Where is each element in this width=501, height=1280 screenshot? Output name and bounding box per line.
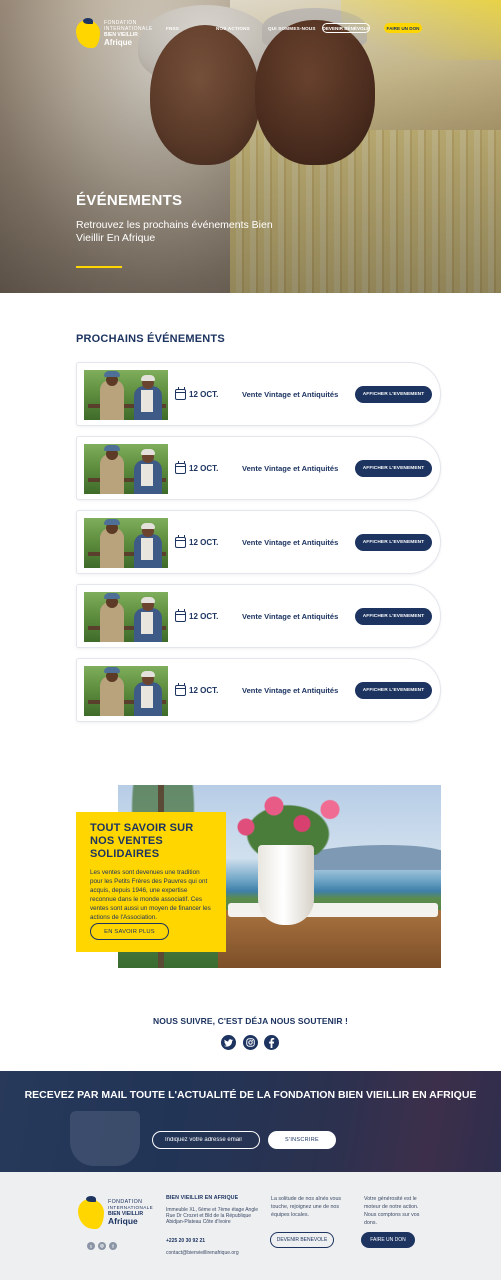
event-card[interactable]: 12 OCT. Vente Vintage et Antiquités AFFI… [76, 362, 441, 426]
event-name[interactable]: Vente Vintage et Antiquités [242, 686, 338, 695]
event-date: 12 OCT. [189, 390, 219, 399]
event-name[interactable]: Vente Vintage et Antiquités [242, 612, 338, 621]
bird-icon [86, 1196, 96, 1202]
facebook-icon[interactable] [264, 1035, 279, 1050]
footer-phone[interactable]: +225 20 30 92 21 [166, 1238, 205, 1244]
instagram-icon[interactable] [243, 1035, 258, 1050]
event-thumbnail [84, 666, 168, 716]
footer-logo-line4: Afrique [108, 1216, 138, 1226]
event-date: 12 OCT. [189, 538, 219, 547]
newsletter-banner: RECEVEZ PAR MAIL TOUTE L'ACTUALITÉ DE LA… [0, 1071, 501, 1172]
event-name[interactable]: Vente Vintage et Antiquités [242, 538, 338, 547]
nav-donate-button[interactable]: FAIRE UN DON [384, 23, 422, 33]
calendar-icon [175, 683, 186, 696]
page-subtitle: Retrouvez les prochains événements Bien … [76, 219, 273, 244]
calendar-icon [175, 609, 186, 622]
view-event-button[interactable]: AFFICHER L'EVENEMENT [355, 460, 432, 477]
footer-org-title: BIEN VIEILLIR EN AFRIQUE [166, 1195, 239, 1201]
events-section-title: PROCHAINS ÉVÉNEMENTS [76, 333, 225, 345]
hero-banner: FONDATION INTERNATIONALE BIEN VIEILLIR A… [0, 0, 501, 293]
event-date: 12 OCT. [189, 612, 219, 621]
footer-logo[interactable]: FONDATION INTERNATIONALE BIEN VIEILLIR A… [78, 1196, 153, 1230]
event-date: 12 OCT. [189, 686, 219, 695]
learn-more-button[interactable]: EN SAVOIR PLUS [90, 923, 169, 940]
africa-map-icon [78, 1199, 104, 1229]
promo-text: Les ventes sont devenues une tradition p… [90, 869, 211, 921]
view-event-button[interactable]: AFFICHER L'EVENEMENT [355, 682, 432, 699]
footer-twitter-icon[interactable]: t [87, 1242, 95, 1250]
footer-volunteer-button[interactable]: DEVENIR BENEVOLE [270, 1232, 334, 1248]
nav-link-fnss[interactable]: FNSS [166, 26, 179, 31]
footer-volunteer-text: La solitude de nos aînés vous touche, re… [271, 1196, 342, 1218]
event-thumbnail [84, 444, 168, 494]
calendar-icon [175, 387, 186, 400]
promo-title: TOUT SAVOIR SUR NOS VENTES SOLIDAIRES [90, 822, 194, 860]
logo-line4: Afrique [104, 38, 132, 47]
event-thumbnail [84, 370, 168, 420]
footer-address: Immeuble XL, 6ème et 7ème étage Angle Ru… [166, 1207, 259, 1225]
event-card[interactable]: 12 OCT. Vente Vintage et Antiquités AFFI… [76, 510, 441, 574]
view-event-button[interactable]: AFFICHER L'EVENEMENT [355, 534, 432, 551]
event-thumbnail [84, 592, 168, 642]
view-event-button[interactable]: AFFICHER L'EVENEMENT [355, 386, 432, 403]
event-card[interactable]: 12 OCT. Vente Vintage et Antiquités AFFI… [76, 436, 441, 500]
calendar-icon [175, 535, 186, 548]
subscribe-button[interactable]: S'INSCRIRE [268, 1131, 336, 1149]
calendar-icon [175, 461, 186, 474]
nav-link-actions[interactable]: NOS ACTIONS [216, 26, 250, 31]
top-navigation: FONDATION INTERNATIONALE BIEN VIEILLIR A… [0, 0, 501, 60]
newsletter-title: RECEVEZ PAR MAIL TOUTE L'ACTUALITÉ DE LA… [24, 1089, 477, 1101]
event-card[interactable]: 12 OCT. Vente Vintage et Antiquités AFFI… [76, 584, 441, 648]
event-thumbnail [84, 518, 168, 568]
nav-volunteer-button[interactable]: DEVENIR BÉNÉVOLE [322, 23, 370, 33]
footer: FONDATION INTERNATIONALE BIEN VIEILLIR A… [0, 1172, 501, 1280]
footer-donate-text: Votre générosité est le moteur de notre … [364, 1196, 420, 1226]
footer-instagram-icon[interactable]: ◎ [98, 1242, 106, 1250]
event-card[interactable]: 12 OCT. Vente Vintage et Antiquités AFFI… [76, 658, 441, 722]
footer-donate-button[interactable]: FAIRE UN DON [361, 1232, 415, 1248]
footer-email[interactable]: contact@bienvieillirenafrique.org [166, 1250, 239, 1256]
twitter-icon[interactable] [221, 1035, 236, 1050]
nav-link-about[interactable]: QUI SOMMES-NOUS [268, 26, 316, 31]
page-title: ÉVÉNEMENTS [76, 192, 183, 209]
footer-facebook-icon[interactable]: f [109, 1242, 117, 1250]
social-title: NOUS SUIVRE, C'EST DÉJA NOUS SOUTENIR ! [153, 1016, 348, 1026]
event-date: 12 OCT. [189, 464, 219, 473]
event-name[interactable]: Vente Vintage et Antiquités [242, 464, 338, 473]
africa-map-icon [76, 20, 100, 48]
promo-card: TOUT SAVOIR SUR NOS VENTES SOLIDAIRES Le… [76, 812, 226, 952]
view-event-button[interactable]: AFFICHER L'EVENEMENT [355, 608, 432, 625]
event-name[interactable]: Vente Vintage et Antiquités [242, 390, 338, 399]
bird-icon [83, 18, 93, 24]
site-logo[interactable]: FONDATION INTERNATIONALE BIEN VIEILLIR A… [76, 18, 152, 50]
email-input[interactable] [152, 1131, 260, 1149]
title-underline [76, 266, 122, 268]
